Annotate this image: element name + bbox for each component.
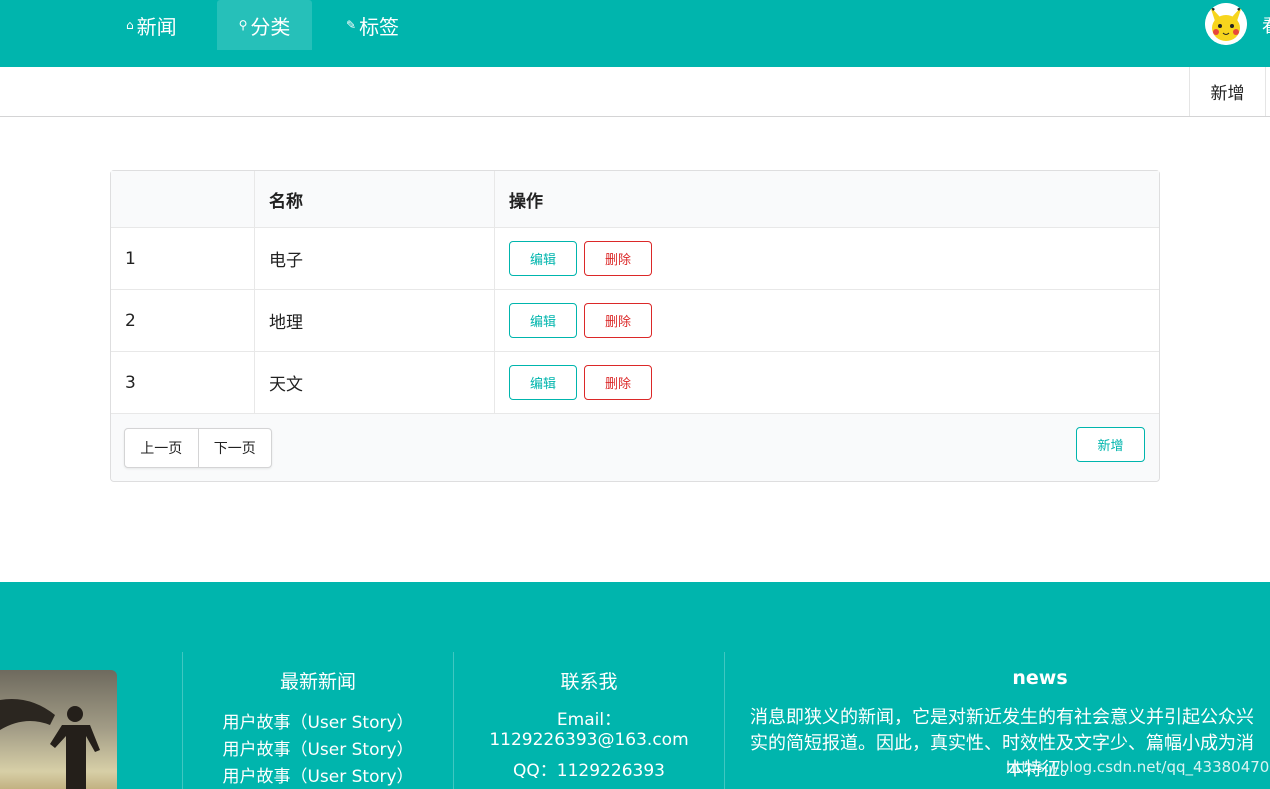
row-name: 天文 — [254, 352, 494, 413]
edit-button[interactable]: 编辑 — [509, 241, 577, 276]
latest-news-link[interactable]: 用户故事（User Story） — [183, 737, 453, 764]
hero-image — [0, 670, 117, 789]
latest-news-link[interactable]: 用户故事（User Story） — [183, 710, 453, 737]
footer-divider — [724, 652, 725, 789]
add-category-button[interactable]: 新增 — [1076, 427, 1145, 462]
delete-button[interactable]: 删除 — [584, 365, 652, 400]
nav-item-tags[interactable]: ✎ 标签 — [336, 0, 409, 50]
toolbar-add-button[interactable]: 新增 — [1189, 67, 1266, 116]
row-id: 1 — [125, 248, 136, 269]
contact-email-label: Email： — [556, 710, 622, 730]
home-icon: ⌂ — [126, 18, 134, 32]
silhouette-figure-icon — [0, 699, 100, 789]
page-footer: 最新新闻 用户故事（User Story） 用户故事（User Story） 用… — [0, 582, 1270, 789]
edit-button[interactable]: 编辑 — [509, 365, 577, 400]
contact-title: 联系我 — [560, 671, 618, 693]
news-text-line: 实的简短报道。因此，真实性、时效性及文字少、篇幅小成为消 — [750, 733, 1254, 754]
contact-qq: QQ：1129226393 — [513, 761, 665, 781]
tag-icon: ✎ — [346, 18, 357, 32]
row-actions: 编辑 删除 — [494, 228, 1159, 289]
nav-item-label: 分类 — [250, 14, 291, 39]
pin-icon: ⚲ — [238, 18, 248, 32]
sub-toolbar: 新增 — [0, 67, 1270, 117]
delete-button[interactable]: 删除 — [584, 303, 652, 338]
nav-item-news[interactable]: ⌂ 新闻 — [116, 0, 187, 50]
nav-item-label: 新闻 — [136, 14, 177, 39]
row-actions: 编辑 删除 — [494, 352, 1159, 413]
header-actions: 操作 — [494, 171, 1159, 227]
avatar[interactable] — [1205, 3, 1247, 45]
latest-news-link[interactable]: 用户故事（User Story） — [183, 764, 453, 789]
row-actions: 编辑 删除 — [494, 290, 1159, 351]
delete-button[interactable]: 删除 — [584, 241, 652, 276]
pikachu-avatar-icon — [1205, 3, 1247, 45]
table-row: 1 电子 编辑 删除 — [111, 228, 1159, 290]
row-name: 电子 — [254, 228, 494, 289]
category-table: 名称 操作 1 电子 编辑 删除 2 地理 编辑 删除 3 天文 编辑 删除 上… — [110, 170, 1160, 482]
table-header: 名称 操作 — [111, 171, 1159, 228]
row-id: 3 — [125, 372, 136, 393]
table-row: 2 地理 编辑 删除 — [111, 290, 1159, 352]
pagination: 上一页 下一页 — [124, 428, 272, 468]
contact-email: 1129226393@163.com — [489, 730, 689, 750]
header-name: 名称 — [254, 171, 494, 227]
news-title: news — [1012, 667, 1068, 689]
row-id: 2 — [125, 310, 136, 331]
table-row: 3 天文 编辑 删除 — [111, 352, 1159, 414]
prev-page-button[interactable]: 上一页 — [125, 429, 198, 467]
contact-column: 联系我 Email： 1129226393@163.com QQ：1129226… — [454, 667, 724, 785]
table-footer: 上一页 下一页 新增 — [111, 414, 1159, 481]
latest-news-column: 最新新闻 用户故事（User Story） 用户故事（User Story） 用… — [183, 667, 453, 789]
latest-news-title: 最新新闻 — [279, 671, 356, 693]
news-text-line: 消息即狭义的新闻，它是对新近发生的有社会意义并引起公众兴 — [750, 707, 1254, 728]
header-id — [111, 171, 254, 227]
edit-button[interactable]: 编辑 — [509, 303, 577, 338]
top-navbar: ⌂ 新闻 ⚲ 分类 ✎ 标签 看 — [0, 0, 1270, 67]
user-name-partial[interactable]: 看 — [1262, 12, 1270, 38]
watermark-text: https://blog.csdn.net/qq_43380470 — [1006, 758, 1270, 776]
nav-item-label: 标签 — [359, 14, 400, 39]
row-name: 地理 — [254, 290, 494, 351]
nav-item-category[interactable]: ⚲ 分类 — [217, 0, 312, 50]
next-page-button[interactable]: 下一页 — [197, 429, 272, 467]
